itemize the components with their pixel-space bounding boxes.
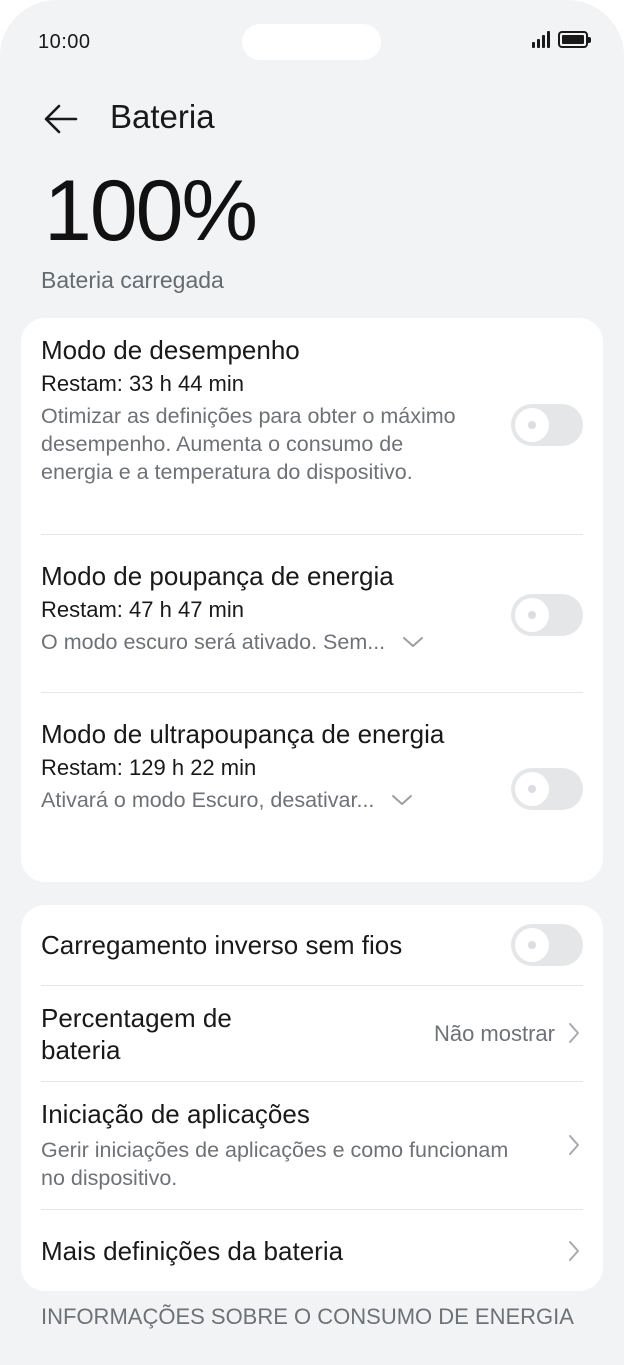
performance-mode-description: Otimizar as definições para obter o máxi… [41, 404, 456, 484]
ultra-power-saving-mode-row[interactable]: Modo de ultrapoupança de energia Restam:… [41, 718, 583, 814]
app-launch-description: Gerir iniciações de aplicações e como fu… [41, 1138, 509, 1190]
chevron-down-icon[interactable] [401, 630, 425, 654]
battery-icon [558, 30, 591, 48]
more-battery-settings-label: Mais definições da bateria [41, 1236, 344, 1266]
reverse-charging-toggle[interactable] [511, 924, 583, 966]
battery-percentage-label: Percentagem de bateria [41, 1003, 232, 1065]
status-bar: 10:00 [0, 0, 624, 84]
chevron-right-icon [569, 1023, 579, 1043]
performance-mode-toggle[interactable] [511, 404, 583, 446]
ultra-power-saving-mode-title: Modo de ultrapoupança de energia [41, 719, 445, 749]
chevron-right-icon [569, 1241, 579, 1261]
camera-pill [242, 24, 381, 60]
ultra-power-saving-mode-toggle[interactable] [511, 768, 583, 810]
back-arrow-icon[interactable] [40, 98, 82, 140]
battery-percentage-row[interactable]: Percentagem de bateria Não mostrar [41, 986, 583, 1081]
divider [41, 692, 583, 693]
ultra-power-saving-mode-expand[interactable]: Ativará o modo Escuro, desativar... [41, 786, 481, 814]
battery-percentage-value: Não mostrar [433, 1021, 555, 1046]
page-title: Bateria [110, 98, 215, 135]
reverse-charging-label: Carregamento inverso sem fios [41, 930, 403, 960]
charge-status: Bateria carregada [41, 267, 224, 293]
power-saving-mode-title: Modo de poupança de energia [41, 561, 394, 591]
app-launch-label: Iniciação de aplicações [41, 1099, 310, 1129]
status-icons [532, 30, 591, 48]
power-saving-mode-toggle[interactable] [511, 594, 583, 636]
power-saving-mode-row[interactable]: Modo de poupança de energia Restam: 47 h… [41, 560, 583, 656]
app-header: Bateria [0, 84, 624, 154]
signal-icon [532, 30, 550, 48]
performance-mode-row[interactable]: Modo de desempenho Restam: 33 h 44 min O… [41, 334, 583, 486]
phone-screen: 10:00 Bateria 100% Bateria carregada Mod… [0, 0, 624, 1365]
power-modes-card: Modo de desempenho Restam: 33 h 44 min O… [21, 318, 603, 882]
power-saving-mode-remaining: Restam: 47 h 47 min [41, 597, 244, 622]
divider [41, 534, 583, 535]
status-time: 10:00 [38, 31, 91, 53]
app-launch-row[interactable]: Iniciação de aplicações Gerir iniciações… [41, 1082, 583, 1209]
ultra-power-saving-mode-remaining: Restam: 129 h 22 min [41, 755, 257, 780]
performance-mode-remaining: Restam: 33 h 44 min [41, 371, 244, 396]
battery-percent: 100% [44, 163, 258, 259]
energy-consumption-section-title: INFORMAÇÕES SOBRE O CONSUMO DE ENERGIA [41, 1304, 574, 1329]
more-battery-settings-row[interactable]: Mais definições da bateria [41, 1210, 583, 1291]
ultra-power-saving-mode-description: Ativará o modo Escuro, desativar... [41, 788, 375, 812]
power-saving-mode-description: O modo escuro será ativado. Sem... [41, 630, 386, 654]
chevron-right-icon [569, 1135, 579, 1155]
chevron-down-icon[interactable] [390, 788, 414, 812]
reverse-charging-row[interactable]: Carregamento inverso sem fios [41, 905, 583, 985]
battery-settings-card: Carregamento inverso sem fios Percentage… [21, 905, 603, 1291]
power-saving-mode-expand[interactable]: O modo escuro será ativado. Sem... [41, 628, 481, 656]
performance-mode-title: Modo de desempenho [41, 335, 300, 365]
